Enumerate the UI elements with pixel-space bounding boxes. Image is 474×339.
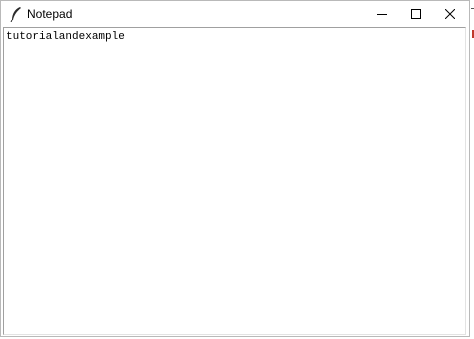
- title-bar[interactable]: Notepad: [1, 1, 469, 27]
- feather-icon: [9, 6, 23, 23]
- maximize-icon: [411, 9, 421, 19]
- close-icon: [445, 9, 455, 19]
- window-title: Notepad: [27, 7, 73, 21]
- minimize-button[interactable]: [365, 1, 399, 27]
- maximize-button[interactable]: [399, 1, 433, 27]
- minimize-icon: [377, 14, 387, 15]
- text-editor[interactable]: tutorialandexample: [3, 27, 466, 335]
- close-button[interactable]: [433, 1, 467, 27]
- notepad-window: Notepad tutorialandexample: [0, 0, 470, 337]
